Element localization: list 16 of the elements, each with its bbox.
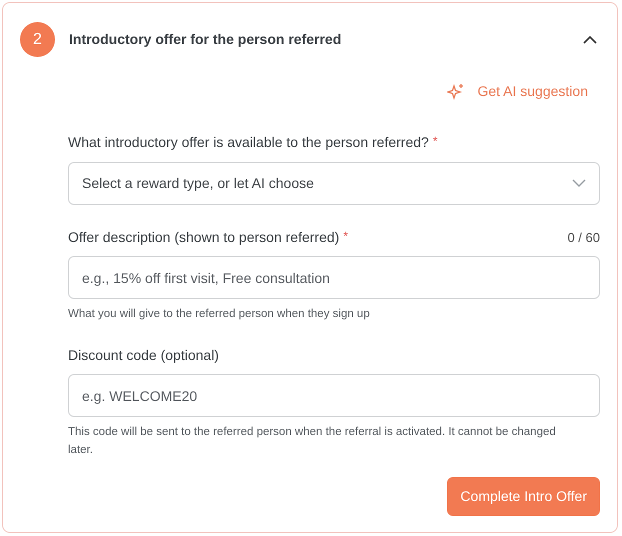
chevron-up-icon[interactable] — [583, 35, 597, 44]
field-hint: This code will be sent to the referred person when the referral is activated. It cannot be changed later. — [68, 425, 557, 458]
complete-intro-offer-button[interactable]: Complete Intro Offer — [447, 477, 600, 516]
text-input-field[interactable]: e.g., 15% off first visit, Free consultation — [68, 256, 600, 299]
field-hint: What you will give to the referred person when they sign up — [68, 307, 371, 322]
reward-type-select[interactable]: Select a reward type, or let AI choose — [68, 162, 600, 205]
chevron-down-icon — [572, 179, 586, 188]
ai-suggestion-button[interactable]: Get AI suggestion — [447, 81, 588, 102]
character-counter: 0 / 60 — [567, 229, 600, 247]
field-label: Discount code (optional) — [68, 346, 219, 365]
section-title: Introductory offer for the person referred — [69, 30, 342, 49]
step-badge: 2 — [20, 22, 55, 57]
text-input-field[interactable]: e.g. WELCOME20 — [68, 374, 600, 417]
field-label: Offer description (shown to person referred) * — [68, 228, 348, 247]
field-label: What introductory offer is available to the person referred? * — [68, 133, 438, 152]
sparkle-icon — [447, 82, 466, 100]
